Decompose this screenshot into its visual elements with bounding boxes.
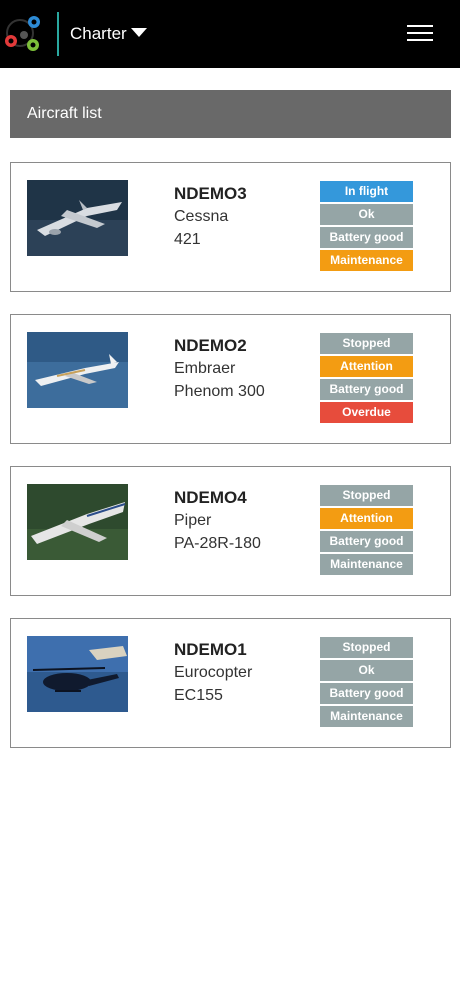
aircraft-model: 421 [174, 231, 201, 248]
status-badges: Stopped Attention Battery good Maintenan… [320, 485, 413, 577]
status-badge: Maintenance [320, 706, 413, 727]
spinner-logo-icon[interactable] [0, 9, 48, 57]
app-header: Charter [0, 0, 460, 68]
aircraft-model: PA-28R-180 [174, 535, 261, 552]
aircraft-model: EC155 [174, 687, 223, 704]
status-badges: In flight Ok Battery good Maintenance [320, 181, 413, 273]
status-badge: Battery good [320, 531, 413, 552]
single-prop-plane-photo [27, 484, 128, 560]
twin-prop-plane-photo [27, 180, 128, 256]
status-badge: Battery good [320, 227, 413, 248]
aircraft-registration: NDEMO1 [174, 640, 247, 659]
status-badge: Overdue [320, 402, 413, 423]
status-badge: Attention [320, 356, 413, 377]
header-divider [57, 12, 59, 56]
status-badge: Maintenance [320, 250, 413, 271]
status-badge: Ok [320, 204, 413, 225]
status-badge: Stopped [320, 637, 413, 658]
status-badge: Stopped [320, 333, 413, 354]
aircraft-card[interactable]: NDEMO1 Eurocopter EC155 Stopped Ok Batte… [10, 618, 451, 748]
aircraft-make: Cessna [174, 208, 229, 225]
status-badges: Stopped Ok Battery good Maintenance [320, 637, 413, 729]
status-badge: Maintenance [320, 554, 413, 575]
status-badge: In flight [320, 181, 413, 202]
aircraft-registration: NDEMO2 [174, 336, 247, 355]
section-title-bar: Aircraft list [10, 90, 451, 138]
aircraft-registration: NDEMO4 [174, 488, 247, 507]
helicopter-photo [27, 636, 128, 712]
aircraft-registration: NDEMO3 [174, 184, 247, 203]
aircraft-make: Embraer [174, 360, 236, 377]
aircraft-card[interactable]: NDEMO3 Cessna 421 In flight Ok Battery g… [10, 162, 451, 292]
status-badge: Attention [320, 508, 413, 529]
status-badges: Stopped Attention Battery good Overdue [320, 333, 413, 425]
aircraft-card[interactable]: NDEMO2 Embraer Phenom 300 Stopped Attent… [10, 314, 451, 444]
aircraft-card[interactable]: NDEMO4 Piper PA-28R-180 Stopped Attentio… [10, 466, 451, 596]
aircraft-make: Eurocopter [174, 664, 253, 681]
status-badge: Stopped [320, 485, 413, 506]
section-title: Aircraft list [27, 105, 102, 122]
aircraft-make: Piper [174, 512, 212, 529]
chevron-down-icon[interactable] [131, 28, 147, 37]
status-badge: Ok [320, 660, 413, 681]
aircraft-model: Phenom 300 [174, 383, 265, 400]
business-jet-photo [27, 332, 128, 408]
status-badge: Battery good [320, 379, 413, 400]
hamburger-menu-icon[interactable] [407, 25, 433, 43]
charter-dropdown-label[interactable]: Charter [70, 24, 127, 44]
status-badge: Battery good [320, 683, 413, 704]
